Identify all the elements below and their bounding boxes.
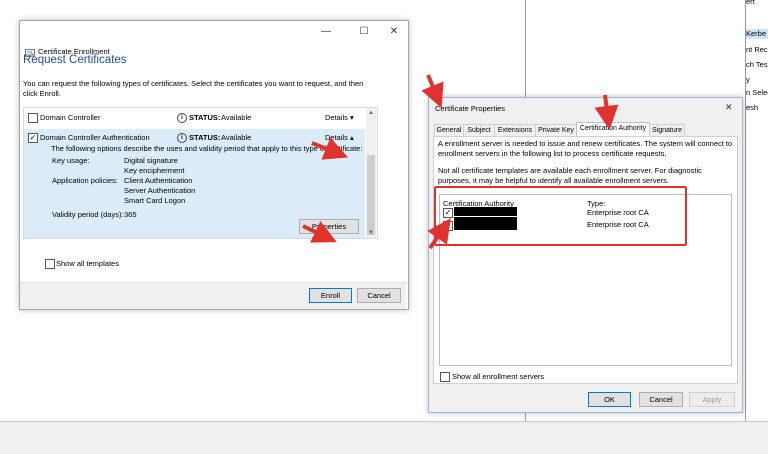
annotation-arrows: [302, 74, 619, 250]
arrow-to-details: [311, 137, 349, 160]
arrow-to-title: [421, 74, 444, 109]
arrow-to-properties: [302, 220, 337, 243]
arrow-to-ca-list: [427, 218, 451, 250]
arrow-to-ca-tab: [594, 94, 619, 130]
